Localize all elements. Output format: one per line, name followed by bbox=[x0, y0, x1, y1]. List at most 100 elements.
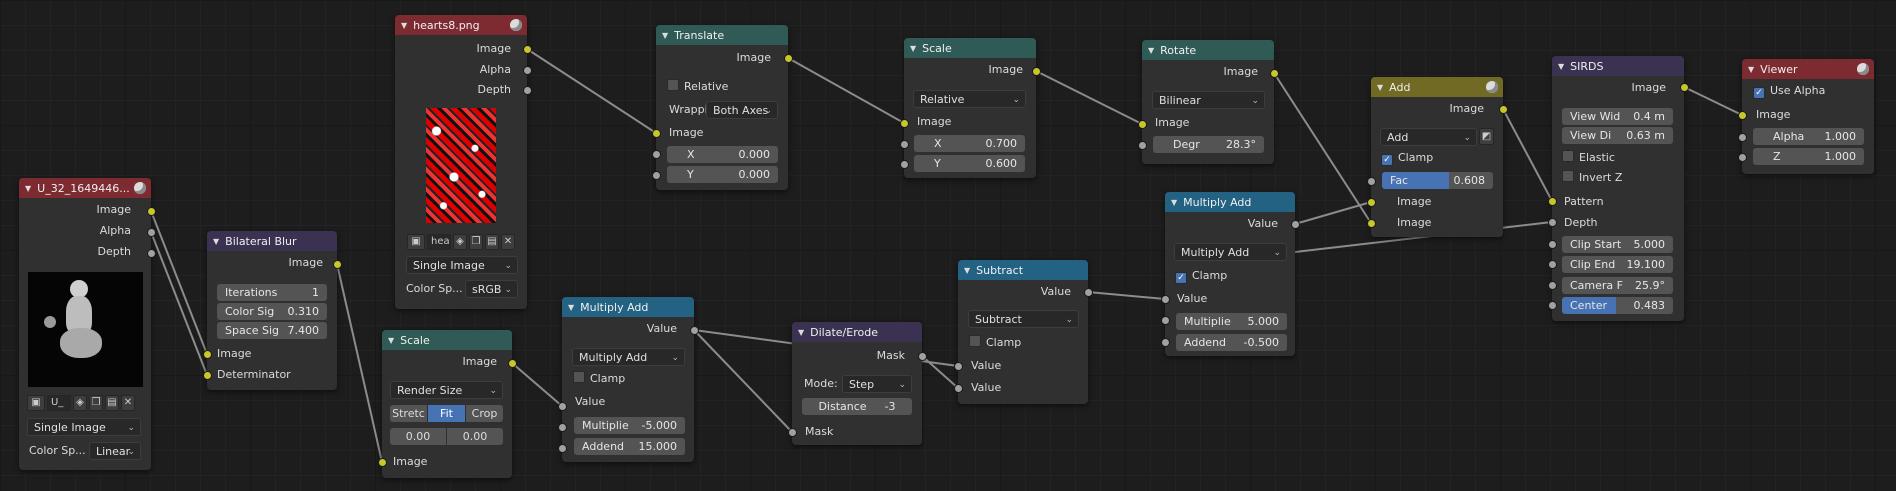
collapse-arrow-icon[interactable]: ▼ bbox=[662, 31, 668, 40]
filter-select[interactable]: Bilinear ⌄ bbox=[1152, 91, 1265, 109]
node-link[interactable] bbox=[1502, 108, 1553, 202]
scale-space-select[interactable]: Render Size ⌄ bbox=[390, 381, 503, 399]
node-link[interactable] bbox=[526, 48, 657, 134]
alpha-field[interactable]: Alpha 1.000 bbox=[1753, 128, 1864, 145]
invert-z-checkbox[interactable]: Invert Z bbox=[1562, 170, 1622, 186]
duplicate-icon[interactable]: ❐ bbox=[89, 395, 103, 411]
open-folder-icon[interactable]: ▤ bbox=[105, 395, 119, 411]
offset-x-field[interactable]: 0.00 bbox=[390, 428, 447, 445]
add-image-out-socket[interactable] bbox=[1499, 105, 1508, 114]
addend-field[interactable]: Addend 15.000 bbox=[574, 438, 685, 455]
addend-field[interactable]: Addend -0.500 bbox=[1176, 334, 1287, 351]
checkmark-icon[interactable]: ✓ bbox=[1753, 87, 1765, 99]
translate-node[interactable]: ▼ Translate Image Relative Wrappi Both A… bbox=[656, 25, 788, 190]
offset-y-field[interactable]: 0.00 bbox=[447, 428, 503, 445]
muladd2-value-out-socket[interactable] bbox=[1291, 220, 1300, 229]
collapse-arrow-icon[interactable]: ▼ bbox=[401, 21, 407, 30]
translate-y-in-socket[interactable] bbox=[652, 171, 661, 180]
y-field[interactable]: Y 0.600 bbox=[914, 155, 1025, 172]
node-link[interactable] bbox=[1087, 291, 1166, 300]
sirds-image-out-socket[interactable] bbox=[1680, 83, 1689, 92]
node-link[interactable] bbox=[1683, 86, 1743, 116]
scale2-image-out-socket[interactable] bbox=[1032, 67, 1041, 76]
fit-crop-option[interactable]: Crop bbox=[466, 405, 503, 422]
sirds-clipstart-in-socket[interactable] bbox=[1548, 240, 1557, 249]
use-alpha-icon[interactable]: ◩ bbox=[1479, 128, 1494, 145]
operation-select[interactable]: Multiply Add ⌄ bbox=[572, 348, 685, 366]
collapse-arrow-icon[interactable]: ▼ bbox=[568, 303, 574, 312]
subtract-node[interactable]: ▼ Subtract Value Subtract ⌄ Clamp Value V… bbox=[958, 260, 1088, 404]
scale1-image-out-socket[interactable] bbox=[508, 359, 517, 368]
duplicate-icon[interactable]: ❐ bbox=[469, 234, 483, 250]
rotate-node[interactable]: ▼ Rotate Image Bilinear ⌄ Image Degr 28.3° bbox=[1142, 40, 1274, 164]
center-slider[interactable]: Center 0.483 bbox=[1562, 297, 1673, 314]
rotate-degree-in-socket[interactable] bbox=[1138, 141, 1147, 150]
collapse-arrow-icon[interactable]: ▼ bbox=[213, 237, 219, 246]
factor-slider[interactable]: Fac 0.608 bbox=[1382, 172, 1493, 189]
node-link[interactable] bbox=[511, 362, 563, 407]
node-header[interactable]: ▼ Rotate bbox=[1142, 40, 1274, 60]
clip-start-field[interactable]: Clip Start 5.000 bbox=[1562, 236, 1673, 253]
image-browse-icon[interactable]: ▣ bbox=[27, 395, 45, 411]
unlink-close-icon[interactable]: ✕ bbox=[121, 395, 135, 411]
iterations-field[interactable]: Iterations 1 bbox=[217, 284, 327, 301]
checkmark-icon[interactable]: ✓ bbox=[1175, 272, 1187, 284]
node-header[interactable]: ▼ Dilate/Erode bbox=[792, 322, 922, 342]
image-source-select[interactable]: Single Image ⌄ bbox=[406, 256, 518, 274]
scale-node-relative[interactable]: ▼ Scale Image Relative ⌄ Image X 0.700 Y 0.… bbox=[904, 38, 1036, 178]
node-header[interactable]: ▼ Scale bbox=[382, 330, 512, 350]
rotate-image-out-socket[interactable] bbox=[1270, 69, 1279, 78]
viewer-node[interactable]: ▼ Viewer ✓ Use Alpha Image Alpha 1.000 Z 1.… bbox=[1742, 59, 1874, 174]
u32-image-out-socket[interactable] bbox=[147, 207, 156, 216]
sirds-camera-in-socket[interactable] bbox=[1548, 281, 1557, 290]
dilate-erode-node[interactable]: ▼ Dilate/Erode Mask Mode: Step ⌄ Distance… bbox=[792, 322, 922, 445]
checkbox-box[interactable] bbox=[1562, 150, 1574, 162]
node-link[interactable] bbox=[150, 210, 208, 355]
fit-stretch-option[interactable]: Stretc bbox=[390, 405, 428, 422]
x-field[interactable]: X 0.700 bbox=[914, 135, 1025, 152]
node-link[interactable] bbox=[921, 355, 959, 389]
image-name-field[interactable]: U_ bbox=[47, 395, 71, 411]
multiply-add-node-1[interactable]: ▼ Multiply Add Value Multiply Add ⌄ Clamp… bbox=[562, 297, 694, 462]
node-link[interactable] bbox=[693, 329, 793, 433]
bilateral-image-in-socket[interactable] bbox=[203, 350, 212, 359]
node-header[interactable]: ▼ Multiply Add bbox=[1165, 192, 1295, 212]
viewer-image-in-socket[interactable] bbox=[1738, 111, 1747, 120]
fit-fit-option[interactable]: Fit bbox=[428, 405, 466, 422]
dilate-mask-out-socket[interactable] bbox=[918, 352, 927, 361]
checkbox-box[interactable] bbox=[1562, 170, 1574, 182]
sirds-clipend-in-socket[interactable] bbox=[1548, 260, 1557, 269]
blend-type-select[interactable]: Add ⌄ bbox=[1380, 128, 1477, 146]
image-source-select[interactable]: Single Image ⌄ bbox=[27, 418, 141, 436]
clamp-checkbox[interactable]: Clamp bbox=[573, 371, 625, 387]
scale2-y-in-socket[interactable] bbox=[900, 160, 909, 169]
node-header[interactable]: ▼ SIRDS bbox=[1552, 56, 1684, 76]
clamp-checkbox[interactable]: ✓ Clamp bbox=[1381, 150, 1433, 166]
translate-image-in-socket[interactable] bbox=[652, 129, 661, 138]
scale2-image-in-socket[interactable] bbox=[900, 119, 909, 128]
dilate-mask-in-socket[interactable] bbox=[788, 428, 797, 437]
collapse-arrow-icon[interactable]: ▼ bbox=[798, 328, 804, 337]
u32-alpha-out-socket[interactable] bbox=[147, 228, 156, 237]
node-link[interactable] bbox=[1035, 70, 1143, 125]
wrapping-select[interactable]: Both Axes ⌄ bbox=[706, 101, 778, 119]
sirds-node[interactable]: ▼ SIRDS Image View Wid 0.4 m View Di 0.63 … bbox=[1552, 56, 1684, 321]
node-header[interactable]: ▼ Add bbox=[1371, 77, 1503, 97]
scale1-image-in-socket[interactable] bbox=[378, 458, 387, 467]
muladd1-value-in-socket[interactable] bbox=[558, 402, 567, 411]
checkbox-box[interactable] bbox=[969, 335, 981, 347]
elastic-checkbox[interactable]: Elastic bbox=[1562, 150, 1615, 166]
add-fac-in-socket[interactable] bbox=[1367, 177, 1376, 186]
scale2-x-in-socket[interactable] bbox=[900, 140, 909, 149]
multiply-add-node-2[interactable]: ▼ Multiply Add Value Multiply Add ⌄ ✓ Clam… bbox=[1165, 192, 1295, 356]
fake-user-shield-icon[interactable]: ◈ bbox=[73, 395, 87, 411]
hearts-depth-out-socket[interactable] bbox=[523, 86, 532, 95]
scale-node-render[interactable]: ▼ Scale Image Render Size ⌄ Stretc Fit Cr… bbox=[382, 330, 512, 478]
subtract-value2-in-socket[interactable] bbox=[954, 384, 963, 393]
sirds-depth-in-socket[interactable] bbox=[1548, 218, 1557, 227]
offset-fields[interactable]: 0.00 0.00 bbox=[390, 428, 503, 445]
collapse-arrow-icon[interactable]: ▼ bbox=[1377, 83, 1383, 92]
mix-add-node[interactable]: ▼ Add Image Add ⌄ ◩ ✓ Clamp Fac 0.608 Image… bbox=[1371, 77, 1503, 237]
collapse-arrow-icon[interactable]: ▼ bbox=[1171, 198, 1177, 207]
node-header[interactable]: ▼ Viewer bbox=[1742, 59, 1874, 79]
